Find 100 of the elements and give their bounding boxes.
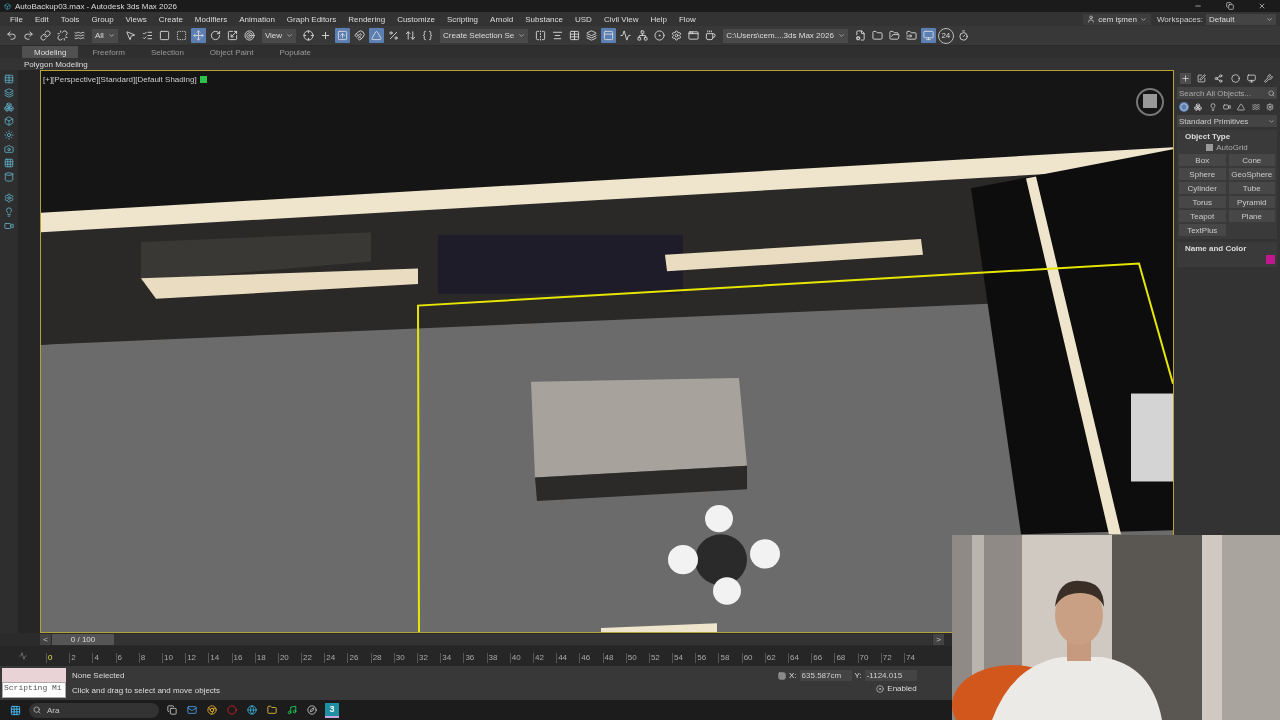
modify-tab[interactable]: [1196, 73, 1208, 84]
music-button[interactable]: [285, 703, 299, 717]
redo-button[interactable]: [21, 28, 36, 43]
primitive-button[interactable]: Plane: [1228, 210, 1275, 222]
rollout-title[interactable]: Object Type: [1179, 132, 1275, 141]
user-menu[interactable]: cem işmen: [1083, 13, 1151, 25]
color-swatch[interactable]: [1266, 255, 1275, 264]
snap-toggle-icon[interactable]: [876, 684, 885, 693]
primitive-button[interactable]: Torus: [1179, 196, 1226, 208]
link-button[interactable]: [38, 28, 53, 43]
browser-button[interactable]: [245, 703, 259, 717]
motion-tab[interactable]: [1229, 73, 1241, 84]
sun-icon[interactable]: [4, 130, 14, 140]
toolbar-dropdown[interactable]: Create Selection Se: [440, 28, 529, 43]
previous-frame-button[interactable]: <: [40, 634, 51, 645]
menu-item[interactable]: Modifiers: [188, 14, 234, 24]
hierarchy-tab[interactable]: [1213, 73, 1225, 84]
menu-item[interactable]: Tools: [54, 14, 86, 24]
primitive-button[interactable]: Teapot: [1179, 210, 1226, 222]
menu-item[interactable]: Customize: [391, 14, 441, 24]
next-frame-button[interactable]: >: [933, 634, 944, 645]
triangle-category-button[interactable]: [1236, 102, 1247, 112]
mail-button[interactable]: [185, 703, 199, 717]
sphere-category-button[interactable]: [1179, 102, 1190, 112]
box-icon[interactable]: [4, 116, 14, 126]
toolbar-dropdown[interactable]: C:\Users\cem....3ds Max 2026: [723, 28, 848, 43]
camera-category-button[interactable]: [1222, 102, 1232, 112]
layers-icon[interactable]: [4, 88, 14, 98]
primitive-button[interactable]: GeoSphere: [1228, 168, 1275, 180]
menu-item[interactable]: Group: [85, 14, 120, 24]
menu-item[interactable]: Graph Editors: [280, 14, 343, 24]
search-field[interactable]: Search All Objects...: [1177, 87, 1277, 99]
app-button[interactable]: 3: [325, 702, 339, 718]
utilities-tab[interactable]: [1263, 73, 1275, 84]
menu-item[interactable]: File: [4, 14, 29, 24]
search-input[interactable]: Ara: [45, 704, 115, 716]
ribbon-tab[interactable]: Populate: [267, 46, 323, 58]
menu-item[interactable]: Civil View: [597, 14, 645, 24]
time-slider-thumb[interactable]: 0 / 100: [52, 634, 114, 645]
primitive-button[interactable]: Sphere: [1179, 168, 1226, 180]
layer-button[interactable]: [584, 28, 600, 43]
video-icon[interactable]: [4, 221, 14, 231]
workspace-dropdown[interactable]: Default: [1206, 13, 1276, 25]
boxes-icon[interactable]: [4, 102, 14, 112]
move-button[interactable]: [190, 28, 206, 43]
y-field[interactable]: -1124.015: [864, 670, 917, 681]
primitive-button[interactable]: Pyramid: [1228, 196, 1275, 208]
render-frame-button[interactable]: [686, 28, 702, 43]
ribbon-tab[interactable]: Object Paint: [197, 46, 266, 58]
display-tab[interactable]: [1246, 73, 1258, 84]
primitive-button[interactable]: Box: [1179, 154, 1226, 166]
space-warp-category-button[interactable]: [1250, 102, 1261, 112]
gear-category-button[interactable]: [1264, 102, 1275, 112]
undo-button[interactable]: [4, 28, 19, 43]
teapot-button[interactable]: [703, 28, 719, 43]
ribbon-tab[interactable]: Selection: [138, 46, 196, 58]
menu-item[interactable]: USD: [569, 14, 598, 24]
menu-item[interactable]: Animation: [233, 14, 281, 24]
rollout-title[interactable]: Name and Color: [1179, 244, 1275, 253]
primitive-button[interactable]: Cone: [1228, 154, 1275, 166]
monitor-button[interactable]: [920, 28, 936, 43]
ribbon-toggle-button[interactable]: [601, 28, 617, 43]
task-view-button[interactable]: [165, 703, 179, 717]
recorder-button[interactable]: [305, 703, 319, 717]
folder-button[interactable]: [265, 703, 279, 717]
folder-button[interactable]: [869, 28, 885, 43]
menu-item[interactable]: Views: [119, 14, 153, 24]
ribbon-tab[interactable]: Modeling: [22, 46, 79, 58]
curve-editor-button[interactable]: [618, 28, 634, 43]
menu-item[interactable]: Flow: [672, 14, 702, 24]
autogrid-checkbox[interactable]: [1206, 144, 1214, 151]
camera-icon[interactable]: [4, 144, 14, 154]
light-category-button[interactable]: [1207, 102, 1218, 112]
settings-icon[interactable]: [4, 193, 14, 203]
menu-item[interactable]: Create: [152, 14, 189, 24]
unlink-button[interactable]: [55, 28, 70, 43]
menu-item[interactable]: Arnold: [484, 14, 520, 24]
x-field[interactable]: 635.587cm: [799, 670, 852, 681]
table-icon[interactable]: [4, 74, 14, 84]
cylinder-icon[interactable]: [4, 172, 14, 182]
menu-item[interactable]: Substance: [519, 14, 569, 24]
create-tab[interactable]: [1179, 73, 1191, 84]
menu-item[interactable]: Help: [644, 14, 673, 24]
menu-item[interactable]: Edit: [28, 14, 55, 24]
toolbar-dropdown[interactable]: All: [92, 28, 118, 43]
menu-item[interactable]: Scripting: [440, 14, 485, 24]
primitive-button[interactable]: TextPlus: [1179, 224, 1226, 236]
primitive-button[interactable]: Cylinder: [1179, 182, 1226, 194]
lightbulb-icon[interactable]: [4, 207, 14, 217]
search-field[interactable]: Ara: [29, 702, 159, 718]
toolbar-dropdown[interactable]: View: [261, 28, 297, 43]
ribbon-tab[interactable]: Freeform: [80, 46, 137, 58]
angle-snap-button[interactable]: [369, 28, 385, 43]
shapes-category-button[interactable]: [1193, 102, 1204, 112]
browser-button[interactable]: [205, 703, 219, 717]
time-slider-track[interactable]: 0 / 100: [52, 634, 932, 645]
ribbon-panel-label[interactable]: Polygon Modeling: [24, 59, 88, 69]
primitives-dropdown[interactable]: Standard Primitives: [1177, 115, 1277, 127]
curve-icon[interactable]: [19, 652, 27, 660]
schematic-button[interactable]: [635, 28, 651, 43]
